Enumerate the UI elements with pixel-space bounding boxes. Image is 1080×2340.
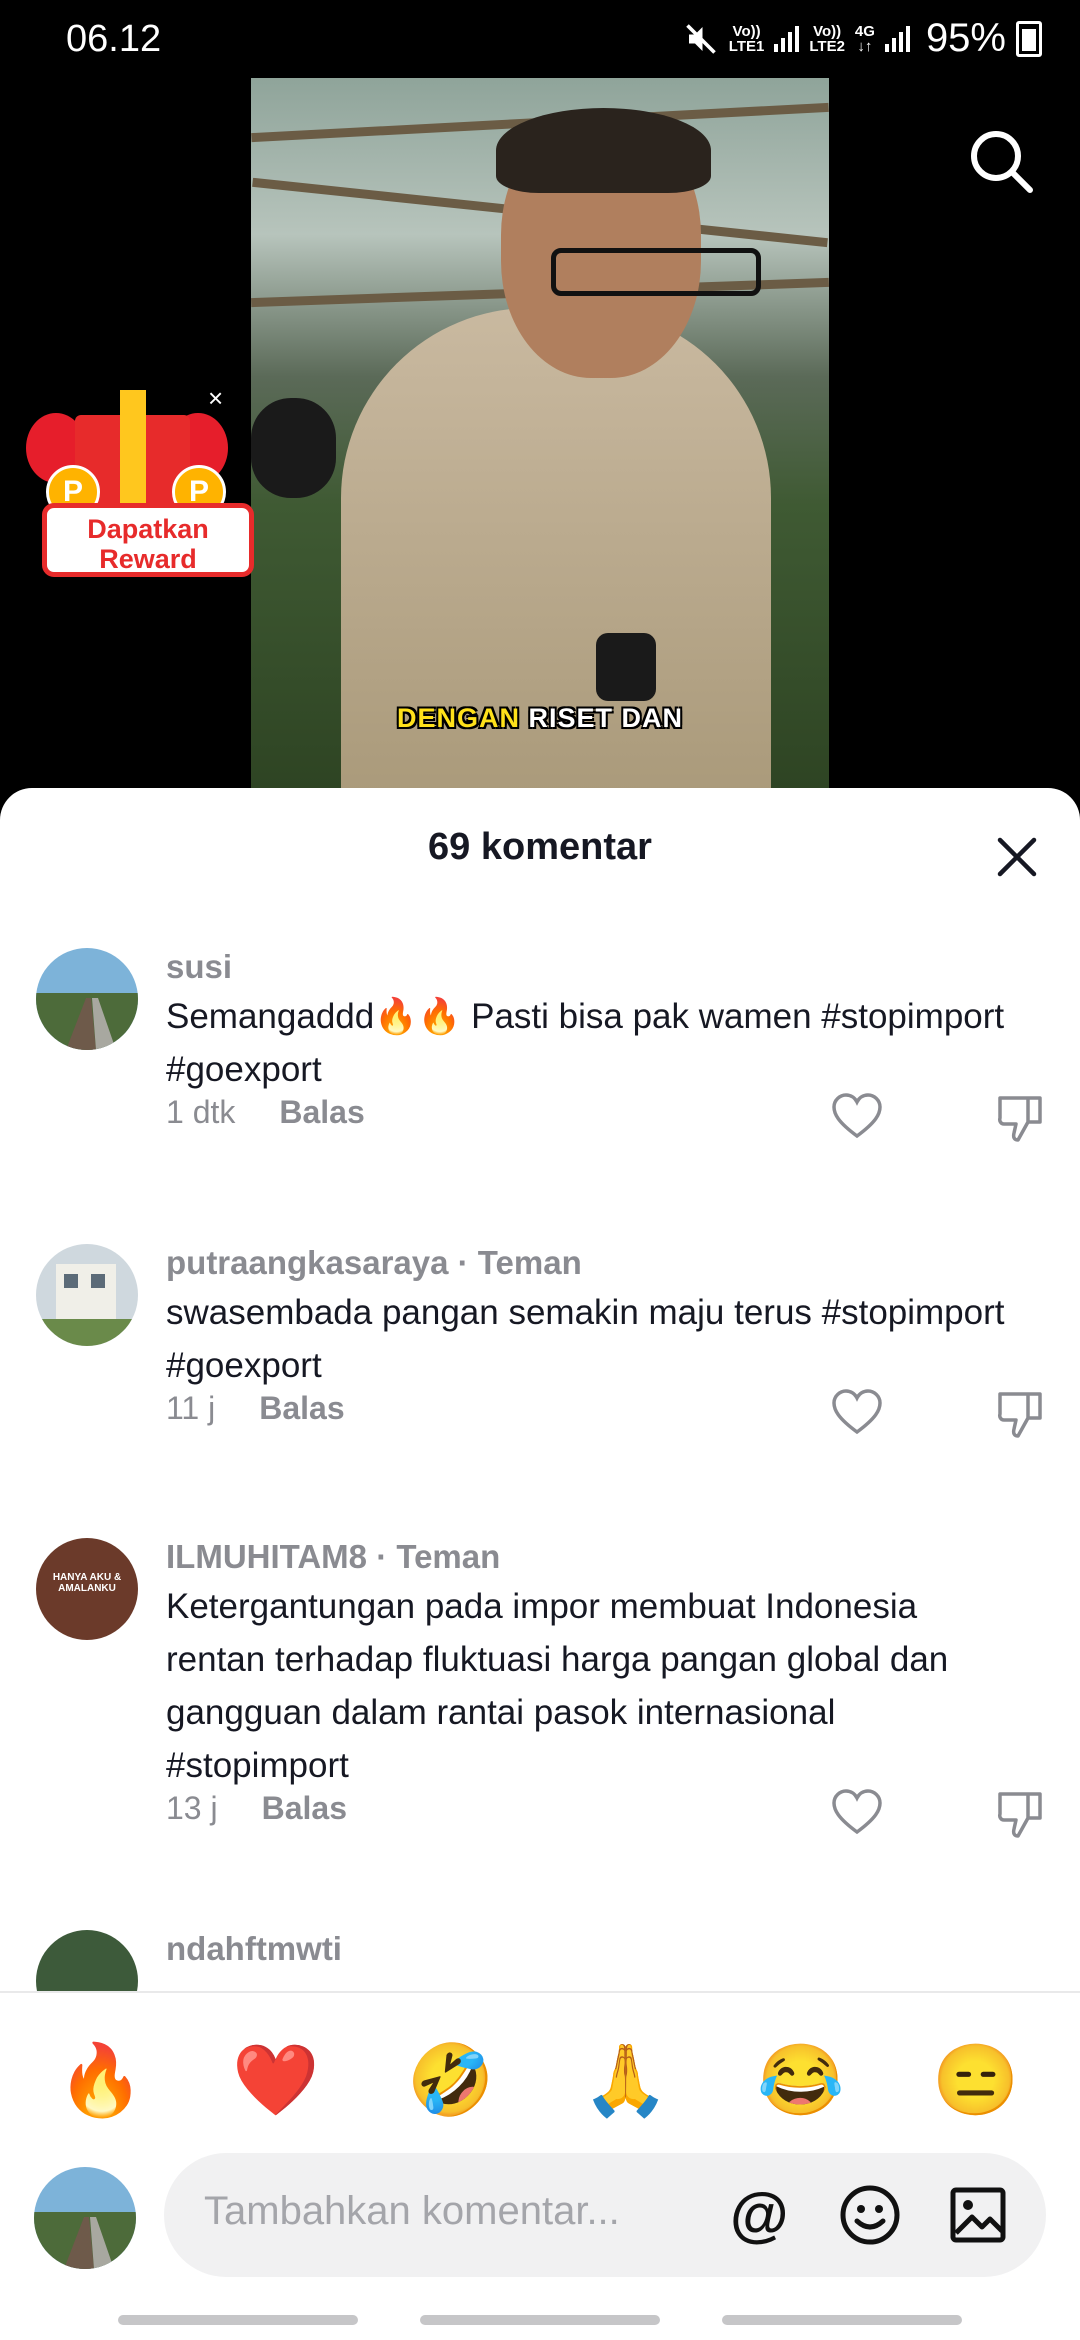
sim2-text: LTE2: [809, 37, 845, 55]
comment-text: Ketergantungan pada impor membuat Indone…: [166, 1587, 949, 1785]
mention-button[interactable]: @: [730, 2183, 789, 2247]
network-type-text: 4G: [854, 22, 875, 40]
video-caption: DENGAN RISET DAN: [251, 703, 829, 734]
network-type: 4G ↓↑: [854, 22, 875, 55]
reward-close-icon[interactable]: ×: [208, 385, 223, 411]
dislike-icon[interactable]: [994, 1786, 1048, 1840]
image-attach-icon[interactable]: [948, 2185, 1008, 2245]
close-icon[interactable]: [990, 830, 1044, 884]
microphone-shape: [251, 398, 336, 498]
sim1-text: LTE1: [728, 37, 765, 55]
reply-button[interactable]: Balas: [262, 1790, 347, 1826]
nav-pill-left: [118, 2315, 358, 2325]
video-player[interactable]: DENGAN RISET DAN: [251, 78, 829, 790]
signal-bars-icon: [774, 25, 800, 52]
dislike-icon[interactable]: [994, 1090, 1048, 1144]
rofl-emoji-button[interactable]: 🤣: [406, 2035, 496, 2125]
fire-emoji-button[interactable]: 🔥: [56, 2035, 146, 2125]
comments-sheet: 69 komentar susi Semangaddd🔥🔥 Pasti bisa…: [0, 788, 1080, 2340]
avatar[interactable]: HANYA AKU & AMALANKU: [36, 1538, 138, 1640]
gift-ribbon: [120, 390, 146, 510]
comment-time: 13 j: [166, 1790, 218, 1826]
reply-button[interactable]: Balas: [259, 1390, 344, 1426]
sim1-label: Vo)) LTE1: [728, 22, 765, 55]
caption-rest: RISET DAN: [528, 703, 684, 733]
heart-emoji-button[interactable]: ❤️: [231, 2035, 321, 2125]
comment-username[interactable]: putraangkasaraya · Teman: [166, 1244, 582, 1282]
avatar[interactable]: [36, 948, 138, 1050]
comment-text: swasembada pangan semakin maju terus #st…: [166, 1293, 1005, 1385]
avatar[interactable]: [36, 1244, 138, 1346]
expressionless-emoji-button[interactable]: 😑: [931, 2035, 1021, 2125]
video-person-glasses: [551, 248, 761, 296]
avatar-text: HANYA AKU & AMALANKU: [52, 1572, 122, 1594]
joy-emoji-button[interactable]: 😂: [756, 2035, 846, 2125]
battery-icon: [1016, 20, 1042, 57]
reward-label-line2: Reward: [99, 544, 197, 574]
comment-input-placeholder: Tambahkan komentar...: [204, 2189, 620, 2233]
friend-badge: · Teman: [367, 1538, 501, 1575]
comment-username[interactable]: ILMUHITAM8 · Teman: [166, 1538, 500, 1576]
comment-username[interactable]: ndahftmwti: [166, 1930, 342, 1968]
friend-badge: · Teman: [448, 1244, 582, 1281]
nav-pill-right: [722, 2315, 962, 2325]
comment-meta: 11 j Balas: [166, 1390, 345, 1427]
comments-count-title: 69 komentar: [428, 826, 652, 868]
sim2-label: Vo)) LTE2: [809, 22, 845, 55]
my-avatar: [34, 2167, 136, 2269]
heart-icon[interactable]: [830, 1786, 884, 1840]
emoji-picker-icon[interactable]: [838, 2183, 902, 2247]
nav-pill-center: [420, 2315, 660, 2325]
avatar-railway-image: [36, 948, 138, 1050]
reward-label[interactable]: Dapatkan Reward: [42, 503, 254, 577]
search-icon[interactable]: [966, 126, 1036, 196]
pray-emoji-button[interactable]: 🙏: [581, 2035, 671, 2125]
avatar-house-image: [36, 1244, 138, 1346]
avatar-railway-image: [34, 2167, 136, 2269]
comment-meta: 13 j Balas: [166, 1790, 347, 1827]
reward-widget[interactable]: × P P Dapatkan Reward: [20, 385, 254, 595]
signal-bars-icon: [884, 25, 910, 52]
username-text: putraangkasaraya: [166, 1244, 449, 1281]
video-person-hair: [496, 108, 711, 193]
caption-highlight: DENGAN: [396, 703, 520, 733]
status-time: 06.12: [66, 18, 162, 60]
reply-button[interactable]: Balas: [279, 1094, 364, 1130]
comment-time: 1 dtk: [166, 1094, 236, 1130]
reward-label-line1: Dapatkan: [87, 514, 209, 544]
username-text: ndahftmwti: [166, 1930, 342, 1967]
comment-time: 11 j: [166, 1390, 216, 1426]
watch-shape: [596, 633, 656, 701]
heart-icon[interactable]: [830, 1386, 884, 1440]
comment-input[interactable]: Tambahkan komentar... @: [164, 2153, 1046, 2277]
comment-text: Semangaddd🔥🔥 Pasti bisa pak wamen #stopi…: [166, 997, 1005, 1089]
status-icons: Vo)) LTE1 Vo)) LTE2 4G ↓↑ 95%: [683, 16, 1042, 61]
comment-meta: 1 dtk Balas: [166, 1094, 365, 1131]
heart-icon[interactable]: [830, 1090, 884, 1144]
battery-percent: 95%: [925, 16, 1006, 60]
status-bar: 06.12 Vo)) LTE1 Vo)) LTE2 4G ↓↑ 95%: [0, 0, 1080, 78]
username-text: susi: [166, 948, 233, 985]
mute-icon: [686, 23, 716, 54]
username-text: ILMUHITAM8: [166, 1538, 368, 1575]
comment-composer: 🔥 ❤️ 🤣 🙏 😂 😑 Tambahkan komentar... @: [0, 1991, 1080, 2340]
dislike-icon[interactable]: [994, 1386, 1048, 1440]
quick-emoji-row: 🔥 ❤️ 🤣 🙏 😂 😑: [0, 2035, 1080, 2125]
comment-username[interactable]: susi: [166, 948, 232, 986]
